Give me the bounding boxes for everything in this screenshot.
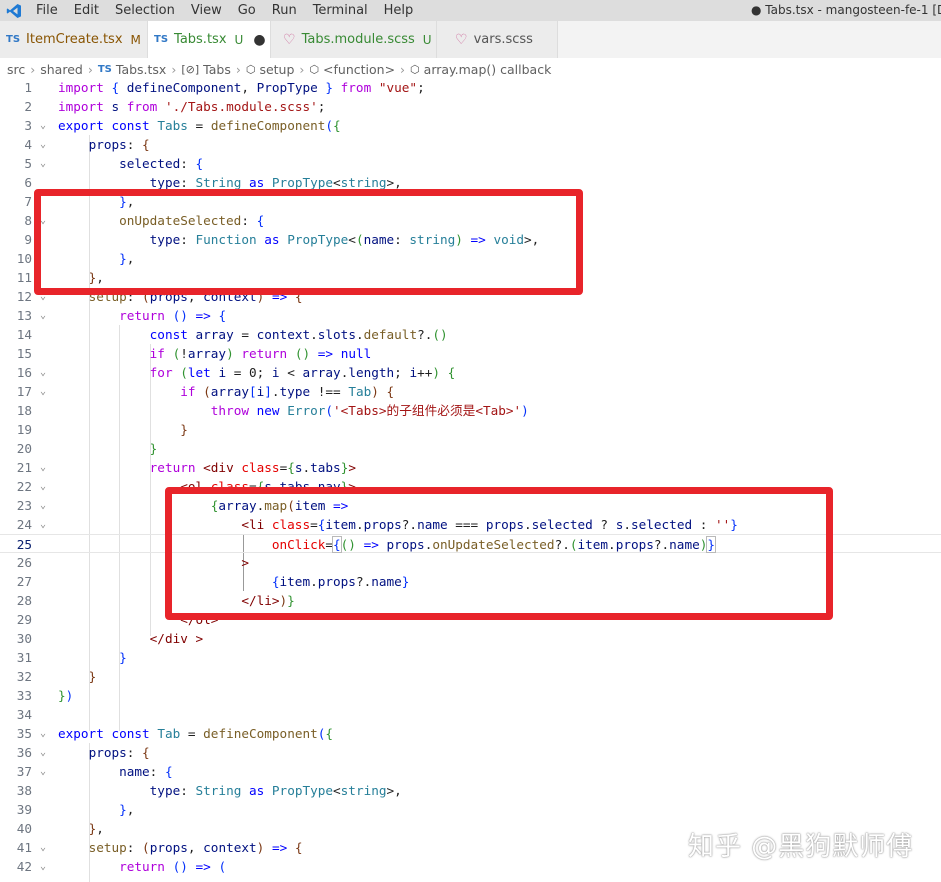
typescript-file-icon: TS (6, 34, 21, 45)
code-line: 18 throw new Error('<Tabs>的子组件必须是<Tab>') (16, 403, 529, 418)
menu-terminal[interactable]: Terminal (305, 3, 376, 18)
code-line: 30 </div > (16, 631, 204, 646)
menu-view[interactable]: View (183, 3, 230, 18)
typescript-file-icon: TS (97, 63, 112, 75)
window-title: ● Tabs.tsx - mangosteen-fe-1 [Dev Co (751, 3, 941, 17)
code-line: 16 ⌄ for (let i = 0; i < array.length; i+… (16, 365, 456, 380)
vscode-logo-icon[interactable] (0, 0, 28, 21)
menu-edit[interactable]: Edit (66, 3, 107, 18)
chevron-right-icon: › (400, 61, 406, 77)
code-line: 35 ⌄ export const Tab = defineComponent({ (16, 726, 334, 741)
menu-go[interactable]: Go (230, 3, 264, 18)
code-line: 38 type: String as PropType<string>, (16, 783, 402, 798)
code-line: 39 }, (16, 802, 135, 817)
chevron-right-icon: › (87, 61, 93, 77)
breadcrumb-item[interactable]: Tabs (203, 62, 231, 77)
chevron-right-icon: › (30, 61, 36, 77)
breadcrumb-item[interactable]: setup (259, 62, 294, 77)
breadcrumb-item[interactable]: Tabs.tsx (116, 62, 166, 77)
menu-selection[interactable]: Selection (107, 3, 183, 18)
method-cube-icon: ⬡ (410, 62, 420, 76)
git-status-badge: M (130, 32, 141, 47)
code-line: 14 const array = context.slots.default?.… (16, 327, 448, 342)
unsaved-dot-icon[interactable]: ● (253, 32, 265, 48)
editor-tab-bar: TS ItemCreate.tsx M ● TS Tabs.tsx U ● ♡ … (0, 21, 941, 58)
menu-run[interactable]: Run (264, 3, 305, 18)
menu-help[interactable]: Help (376, 3, 422, 18)
tab-label: Tabs.tsx (174, 32, 227, 47)
code-line: 3 ⌄ export const Tabs = defineComponent({ (24, 118, 341, 133)
highlight-box-map (165, 487, 833, 620)
breadcrumb-item[interactable]: <function> (323, 62, 395, 77)
code-line: 36 ⌄ props: { (16, 745, 150, 760)
variable-icon: [⊘] (181, 62, 200, 76)
code-line: 17 ⌄ if (array[i].type !== Tab) { (16, 384, 395, 399)
tab-label: Tabs.module.scss (301, 32, 415, 47)
tab-label: ItemCreate.tsx (26, 32, 123, 47)
chevron-right-icon: › (299, 61, 305, 77)
menu-bar: File Edit Selection View Go Run Terminal… (0, 0, 941, 21)
breadcrumb-item[interactable]: array.map() callback (424, 62, 552, 77)
code-line: 20 } (16, 441, 158, 456)
tab-vars-scss[interactable]: ♡ vars.scss (437, 21, 558, 58)
code-line: 1 import { defineComponent, PropType } fr… (24, 80, 425, 95)
git-status-badge: U (234, 32, 244, 47)
scss-file-icon: ♡ (455, 31, 468, 48)
menu-file[interactable]: File (28, 3, 66, 18)
scss-file-icon: ♡ (283, 31, 296, 48)
code-line: 32 } (16, 669, 97, 684)
method-cube-icon: ⬡ (245, 62, 256, 76)
code-line: 34 (16, 707, 32, 722)
code-line: 13 ⌄ return () => { (16, 308, 227, 323)
code-line: 19 } (16, 422, 188, 437)
code-line: 2 import s from './Tabs.module.scss'; (24, 99, 326, 114)
code-line: 33}) (16, 688, 74, 703)
breadcrumb: src › shared › TS Tabs.tsx › [⊘] Tabs › … (0, 58, 941, 80)
code-line: 15 if (!array) return () => null (16, 346, 372, 361)
typescript-file-icon: TS (154, 34, 169, 45)
method-cube-icon: ⬡ (309, 62, 320, 76)
highlight-box-props (34, 189, 583, 295)
tab-label: vars.scss (473, 32, 533, 47)
code-line: 21 ⌄ return <div class={s.tabs}> (16, 460, 356, 475)
chevron-right-icon: › (171, 61, 177, 77)
code-line: 4 ⌄ props: { (24, 137, 150, 152)
breadcrumb-item[interactable]: src (7, 62, 25, 77)
zhihu-watermark: 知乎 @黑狗默师傅 (688, 832, 914, 862)
tab-tabs-module-scss[interactable]: ♡ Tabs.module.scss U (271, 21, 437, 58)
code-line: 5 ⌄ selected: { (24, 156, 204, 171)
tab-itemcreate[interactable]: TS ItemCreate.tsx M ● (0, 21, 163, 58)
code-line: 37 ⌄ name: { (16, 764, 173, 779)
chevron-right-icon: › (235, 61, 241, 77)
code-line: 31 } (16, 650, 127, 665)
git-status-badge: U (422, 32, 432, 47)
breadcrumb-item[interactable]: shared (40, 62, 83, 77)
tab-tabs-tsx[interactable]: TS Tabs.tsx U ● (148, 21, 271, 58)
